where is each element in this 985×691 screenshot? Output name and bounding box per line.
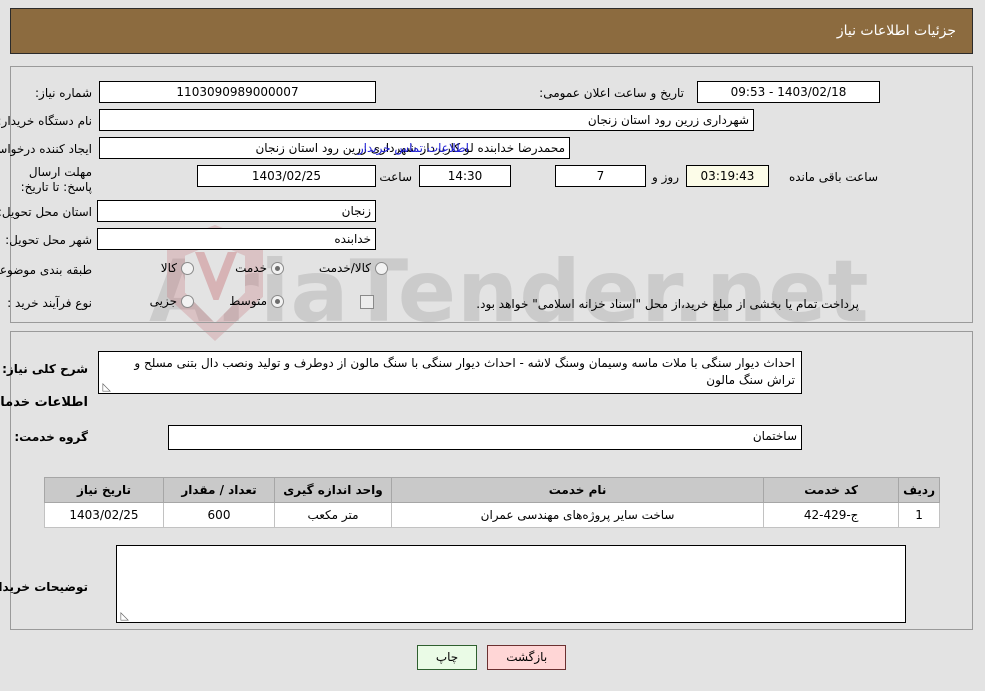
col-name: نام خدمت — [391, 477, 766, 503]
cell-code: ج-429-42 — [764, 502, 901, 528]
category-option-khedmat-label: خدمت — [236, 261, 268, 275]
radio-motevaset-icon[interactable] — [272, 294, 285, 308]
city-value[interactable]: خدابنده — [98, 228, 377, 250]
category-option-kala[interactable]: کالا — [162, 261, 195, 275]
radio-kala-icon[interactable] — [182, 261, 195, 275]
radio-khedmat-icon[interactable] — [272, 261, 285, 275]
page-title: جزئیات اطلاعات نیاز — [837, 23, 957, 39]
col-code: کد خدمت — [764, 477, 901, 503]
public-announce-label: تاریخ و ساعت اعلان عمومی: — [540, 86, 685, 100]
treasury-checkbox[interactable] — [361, 295, 375, 309]
buyer-contact-link[interactable]: اطلاعات تماس خریدار — [359, 141, 470, 155]
category-option-khedmat[interactable]: خدمت — [236, 261, 285, 275]
cell-unit: متر مکعب — [275, 502, 393, 528]
col-unit: واحد اندازه گیری — [275, 477, 393, 503]
purchase-type-label: نوع فرآیند خرید : — [8, 296, 93, 310]
general-desc-value[interactable]: احداث دیوار سنگی با ملات ماسه وسیمان وسن… — [99, 351, 803, 394]
buyer-notes-value[interactable]: ◺ — [117, 545, 907, 623]
category-option-kala-khedmat[interactable]: کالا/خدمت — [320, 261, 389, 275]
general-desc-label: شرح کلی نیاز: — [3, 362, 89, 376]
table-row[interactable]: 1 ج-429-42 ساخت سایر پروژه‌های مهندسی عم… — [45, 502, 941, 528]
cell-radif: 1 — [899, 502, 941, 528]
page-header: جزئیات اطلاعات نیاز — [11, 8, 974, 54]
buyer-org-value[interactable]: شهرداری زرین رود استان زنجان — [100, 109, 755, 131]
deadline-date-value[interactable]: 1403/02/25 — [198, 165, 377, 187]
resize-grip-icon[interactable]: ◺ — [102, 381, 112, 392]
category-option-kala-khedmat-label: کالا/خدمت — [319, 261, 372, 275]
deadline-days-label: روز و — [653, 170, 680, 184]
public-announce-value[interactable]: 1403/02/18 - 09:53 — [698, 81, 881, 103]
table-header-row: ردیف کد خدمت نام خدمت واحد اندازه گیری ت… — [45, 477, 941, 503]
city-label: شهر محل تحویل: — [6, 233, 93, 247]
cell-date: 1403/02/25 — [45, 502, 165, 528]
purchase-type-option-motevaset[interactable]: متوسط — [230, 294, 285, 308]
treasury-note-label: پرداخت تمام یا بخشی از مبلغ خرید،از محل … — [477, 297, 860, 311]
general-desc-text: احداث دیوار سنگی با ملات ماسه وسیمان وسن… — [135, 356, 796, 387]
province-label: استان محل تحویل: — [0, 205, 93, 219]
needs-table: ردیف کد خدمت نام خدمت واحد اندازه گیری ت… — [45, 477, 941, 528]
print-button[interactable]: چاپ — [417, 645, 479, 670]
need-number-value[interactable]: 1103090989000007 — [100, 81, 377, 103]
col-date: تاریخ نیاز — [45, 477, 165, 503]
col-qty: تعداد / مقدار — [164, 477, 276, 503]
radio-kala-khedmat-icon[interactable] — [376, 261, 389, 275]
deadline-days-value[interactable]: 7 — [556, 165, 647, 187]
buyer-notes-resize-grip-icon[interactable]: ◺ — [120, 610, 130, 621]
province-value[interactable]: زنجان — [98, 200, 377, 222]
deadline-hour-value[interactable]: 14:30 — [420, 165, 512, 187]
service-group-value[interactable]: ساختمان — [169, 425, 803, 450]
need-number-label: شماره نیاز: — [36, 86, 93, 100]
buyer-org-label: نام دستگاه خریدار: — [0, 114, 93, 128]
cell-name: ساخت سایر پروژه‌های مهندسی عمران — [391, 502, 766, 528]
requester-value[interactable]: محمدرضا خدابنده لو کاربرداز شهرداری زرین… — [100, 137, 571, 159]
deadline-label: مهلت ارسال پاسخ: تا تاریخ: — [21, 165, 93, 194]
need-summary-panel — [11, 66, 974, 323]
services-section-title: اطلاعات خدمات مورد نیاز — [0, 395, 89, 410]
col-radif: ردیف — [899, 477, 941, 503]
footer-actions: بازگشت چاپ — [0, 645, 985, 670]
category-option-kala-label: کالا — [161, 261, 178, 275]
countdown-value: 03:19:43 — [687, 165, 770, 187]
requester-label: ایجاد کننده درخواست: — [0, 142, 93, 156]
countdown-label: ساعت باقی مانده — [789, 170, 879, 184]
cell-qty: 600 — [164, 502, 276, 528]
purchase-type-option-jozii-label: جزیی — [150, 294, 178, 308]
service-group-label: گروه خدمت: — [15, 430, 89, 444]
purchase-type-option-jozii[interactable]: جزیی — [151, 294, 195, 308]
radio-jozii-icon[interactable] — [182, 294, 195, 308]
deadline-hour-label: ساعت — [380, 170, 413, 184]
buyer-notes-label: توضیحات خریدار: — [0, 580, 89, 594]
back-button[interactable]: بازگشت — [488, 645, 568, 670]
category-label: طبقه بندی موضوعی: — [0, 263, 93, 277]
purchase-type-option-motevaset-label: متوسط — [230, 294, 268, 308]
